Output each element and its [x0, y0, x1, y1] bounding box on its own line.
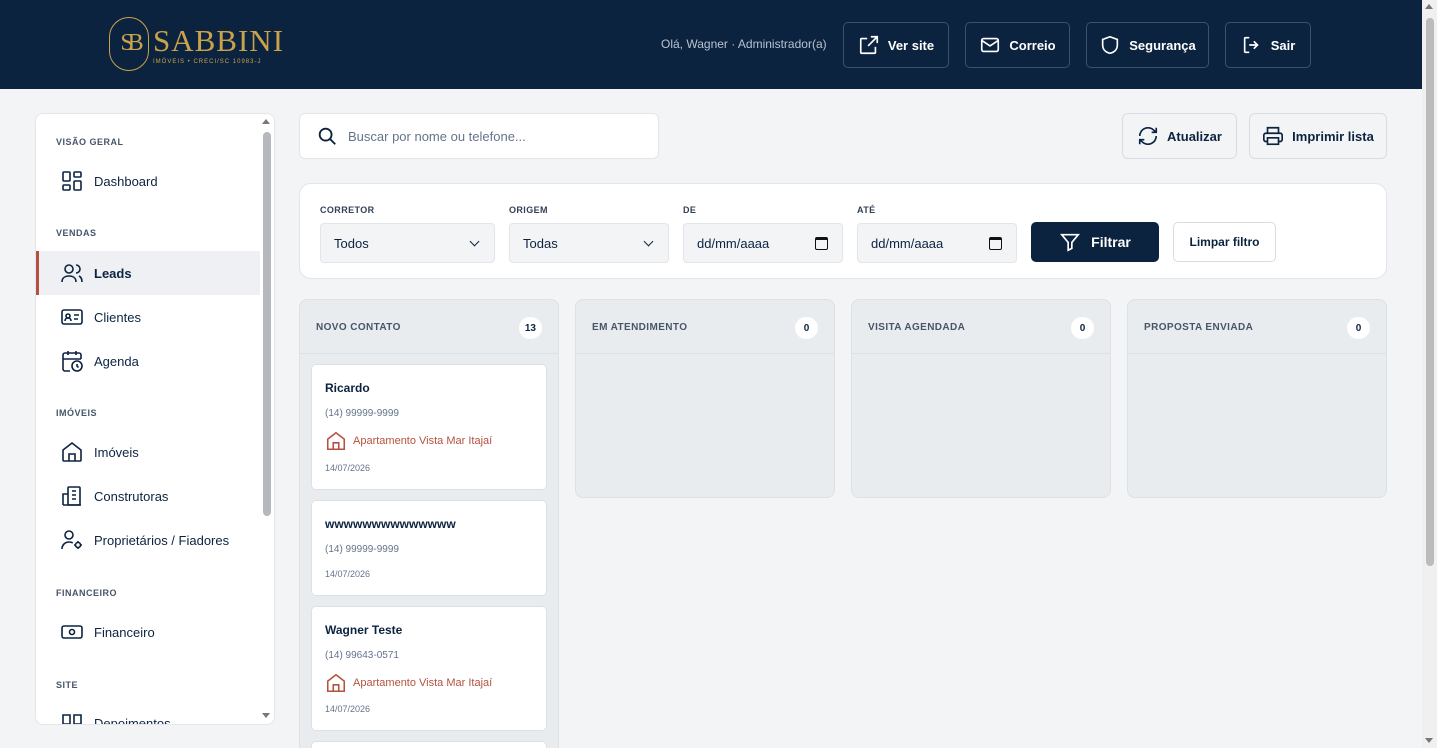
column-count-badge: 0: [795, 317, 818, 339]
lead-card[interactable]: Wagner Teste (14) 99643-0571 Apartamento…: [311, 606, 547, 731]
column-title: EM ATENDIMENTO: [592, 322, 688, 333]
filter-panel: CORRETOR Todos ORIGEM Todas DE dd/mm/aaa…: [299, 183, 1387, 279]
section-title-finance: FINANCEIRO: [56, 588, 117, 598]
banknote-icon: [61, 625, 83, 639]
sidebar-scroll-down-icon[interactable]: [262, 713, 270, 718]
id-card-icon: [61, 309, 83, 325]
grid-icon: [62, 171, 82, 191]
sidebar-item-dashboard[interactable]: Dashboard: [36, 159, 260, 203]
calendar-clock-icon: [62, 351, 83, 372]
filter-icon: [1060, 233, 1081, 252]
user-greeting: Olá, Wagner · Administrador(a): [661, 37, 827, 51]
sidebar-item-clients[interactable]: Clientes: [36, 295, 260, 339]
lead-name: Ricardo: [325, 381, 370, 395]
kanban-column-visit-scheduled: VISITA AGENDADA 0: [851, 299, 1111, 498]
chevron-down-icon: [643, 236, 654, 247]
lead-phone: (14) 99999-9999: [325, 408, 399, 419]
print-list-button[interactable]: Imprimir lista: [1249, 113, 1387, 159]
corretor-label: CORRETOR: [320, 205, 375, 215]
refresh-icon: [1138, 126, 1158, 146]
printer-icon: [1263, 126, 1284, 146]
section-title-properties: IMÓVEIS: [56, 408, 98, 418]
sidebar: VISÃO GERAL Dashboard VENDAS Leads Clien…: [35, 113, 275, 725]
brand-name: SABBINI: [153, 22, 285, 58]
sidebar-item-leads[interactable]: Leads: [36, 251, 260, 295]
origem-select[interactable]: Todas: [509, 223, 669, 263]
column-count-badge: 13: [518, 317, 542, 339]
page-scrollbar[interactable]: [1422, 0, 1437, 748]
scroll-down-icon[interactable]: [1425, 738, 1433, 743]
users-icon: [61, 264, 83, 283]
lead-name: wwwwwwwwwwwwww: [325, 517, 456, 531]
house-icon: [326, 673, 346, 693]
kanban-column-in-service: EM ATENDIMENTO 0: [575, 299, 835, 498]
de-label: DE: [683, 205, 697, 215]
mail-button[interactable]: Correio: [965, 22, 1070, 68]
lead-card[interactable]: wwwwwwwwwwwwww (14) 99999-9999 14/07/202…: [311, 500, 547, 596]
calendar-icon[interactable]: [815, 237, 828, 250]
sidebar-item-properties[interactable]: Imóveis: [36, 430, 260, 474]
shield-icon: [1102, 35, 1119, 55]
column-title: NOVO CONTATO: [316, 322, 401, 333]
lead-date: 14/07/2026: [325, 463, 371, 473]
refresh-button[interactable]: Atualizar: [1122, 113, 1237, 159]
clear-filter-button[interactable]: Limpar filtro: [1173, 222, 1276, 262]
section-title-overview: VISÃO GERAL: [56, 137, 124, 147]
brand-tagline: IMÓVEIS • CRECI/SC 10983-J: [153, 58, 262, 65]
origem-label: ORIGEM: [509, 205, 548, 215]
lead-card-partial[interactable]: [311, 741, 547, 748]
search-input[interactable]: [348, 128, 638, 144]
sidebar-scrollbar[interactable]: [263, 132, 271, 516]
external-link-icon: [859, 35, 878, 55]
column-title: VISITA AGENDADA: [868, 322, 966, 333]
search-icon: [318, 127, 336, 145]
date-to-input[interactable]: dd/mm/aaaa: [857, 223, 1017, 263]
lead-property[interactable]: Apartamento Vista Mar Itajaí: [325, 430, 492, 452]
view-site-button[interactable]: Ver site: [843, 22, 949, 68]
mail-icon: [981, 37, 1000, 53]
lead-name: Wagner Teste: [325, 623, 403, 637]
section-title-site: SITE: [56, 680, 79, 690]
sidebar-item-owners[interactable]: Proprietários / Fiadores: [36, 518, 260, 562]
ate-label: ATÉ: [857, 205, 876, 215]
lead-card[interactable]: Ricardo (14) 99999-9999 Apartamento Vist…: [311, 364, 547, 490]
date-from-input[interactable]: dd/mm/aaaa: [683, 223, 843, 263]
security-button[interactable]: Segurança: [1086, 22, 1209, 68]
lead-date: 14/07/2026: [325, 704, 371, 714]
column-title: PROPOSTA ENVIADA: [1144, 322, 1254, 333]
sidebar-item-testimonials[interactable]: Depoimentos: [36, 701, 260, 724]
lead-property[interactable]: Apartamento Vista Mar Itajaí: [325, 672, 492, 694]
logout-icon: [1243, 36, 1259, 54]
logout-button[interactable]: Sair: [1225, 22, 1311, 68]
lead-date: 14/07/2026: [325, 569, 371, 579]
search-box: [299, 113, 659, 159]
lead-phone: (14) 99643-0571: [325, 650, 399, 661]
house-icon: [62, 441, 82, 462]
sidebar-item-builders[interactable]: Construtoras: [36, 474, 260, 518]
sidebar-item-agenda[interactable]: Agenda: [36, 339, 260, 383]
kanban-column-proposal-sent: PROPOSTA ENVIADA 0: [1127, 299, 1387, 498]
sidebar-item-finance[interactable]: Financeiro: [36, 610, 260, 654]
chevron-down-icon: [469, 236, 480, 247]
column-count-badge: 0: [1347, 317, 1370, 339]
section-title-sales: VENDAS: [56, 228, 97, 238]
filter-button[interactable]: Filtrar: [1031, 222, 1159, 262]
scroll-up-icon[interactable]: [1425, 4, 1433, 9]
quote-icon: [62, 714, 82, 724]
building-icon: [62, 486, 81, 506]
page-scroll-thumb[interactable]: [1426, 18, 1434, 566]
corretor-select[interactable]: Todos: [320, 223, 495, 263]
brand-logo[interactable]: SB SABBINI IMÓVEIS • CRECI/SC 10983-J: [109, 17, 284, 71]
lead-phone: (14) 99999-9999: [325, 544, 399, 555]
column-count-badge: 0: [1071, 317, 1094, 339]
sidebar-scroll-up-icon[interactable]: [262, 119, 270, 124]
logo-monogram: SB: [109, 17, 149, 71]
user-gear-icon: [61, 530, 82, 550]
calendar-icon[interactable]: [989, 237, 1002, 250]
house-icon: [326, 431, 346, 451]
top-header: SB SABBINI IMÓVEIS • CRECI/SC 10983-J Ol…: [0, 0, 1422, 89]
